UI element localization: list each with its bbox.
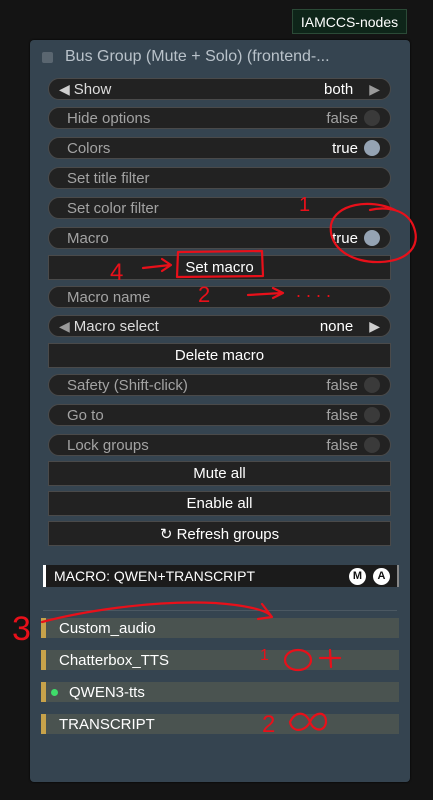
group-name: QWEN3-tts	[69, 683, 145, 701]
macro-name-label: Macro name	[67, 288, 151, 306]
enable-all-label: Enable all	[186, 495, 253, 512]
macro-label: Macro	[67, 229, 109, 247]
group-row[interactable]: TRANSCRIPT	[41, 714, 399, 734]
macro-bar[interactable]: MACRO: QWEN+TRANSCRIPT M A	[43, 565, 399, 587]
delete-macro-button[interactable]: Delete macro	[48, 343, 391, 368]
macro-a-button[interactable]: A	[373, 567, 390, 585]
node-title: Bus Group (Mute + Solo) (frontend-...	[65, 48, 330, 65]
colors-toggle[interactable]: Colors true	[48, 137, 391, 159]
collapse-dot-icon[interactable]	[42, 51, 53, 63]
macro-select-combo[interactable]: ◀ Macro select none ▶	[48, 315, 391, 337]
set-title-filter-label: Set title filter	[67, 169, 150, 187]
hide-options-label: Hide options	[67, 109, 151, 127]
right-arrow-icon[interactable]: ▶	[369, 81, 380, 98]
refresh-groups-button[interactable]: ↻ Refresh groups	[48, 521, 391, 546]
group-name: Custom_audio	[59, 619, 156, 637]
mute-all-button[interactable]: Mute all	[48, 461, 391, 486]
node-titlebar[interactable]: Bus Group (Mute + Solo) (frontend-...	[30, 40, 410, 74]
toggle-knob-icon	[364, 407, 380, 423]
go-to-value: false	[326, 406, 358, 424]
show-combo[interactable]: ◀ Show both ▶	[48, 78, 391, 100]
macro-name-field[interactable]: Macro name	[48, 286, 391, 308]
divider	[43, 610, 397, 611]
hide-options-value: false	[326, 109, 358, 127]
enable-all-button[interactable]: Enable all	[48, 491, 391, 516]
bus-group-node[interactable]: Bus Group (Mute + Solo) (frontend-... ◀ …	[30, 40, 410, 782]
group-row[interactable]: Custom_audio	[41, 618, 399, 638]
macro-value: true	[332, 229, 358, 247]
right-arrow-icon[interactable]: ▶	[369, 318, 380, 335]
show-value: both	[324, 80, 354, 98]
set-macro-label: Set macro	[185, 259, 254, 276]
active-dot-icon	[51, 688, 58, 696]
macro-bar-label: MACRO: QWEN+TRANSCRIPT	[54, 568, 256, 584]
node-pack-badge: IAMCCS-nodes	[292, 9, 407, 34]
macro-toggle[interactable]: Macro true	[48, 227, 391, 249]
go-to-toggle[interactable]: Go to false	[48, 404, 391, 426]
set-color-filter-field[interactable]: Set color filter	[48, 197, 391, 219]
safety-toggle[interactable]: Safety (Shift-click) false	[48, 374, 391, 396]
macro-select-value: none	[319, 317, 354, 335]
group-row[interactable]: QWEN3-tts	[41, 682, 399, 702]
hide-options-toggle[interactable]: Hide options false	[48, 107, 391, 129]
safety-label: Safety (Shift-click)	[67, 376, 188, 394]
macro-select-label: Macro select	[73, 317, 159, 335]
lock-groups-label: Lock groups	[67, 436, 149, 454]
set-color-filter-label: Set color filter	[67, 199, 159, 217]
toggle-knob-icon	[364, 140, 380, 156]
toggle-knob-icon	[364, 377, 380, 393]
colors-label: Colors	[67, 139, 111, 157]
go-to-label: Go to	[67, 406, 104, 424]
toggle-knob-icon	[364, 230, 380, 246]
refresh-groups-label: ↻ Refresh groups	[159, 525, 280, 543]
set-macro-button[interactable]: Set macro	[48, 255, 391, 280]
group-row[interactable]: Chatterbox_TTS	[41, 650, 399, 670]
safety-value: false	[326, 376, 358, 394]
mute-all-label: Mute all	[193, 465, 246, 482]
lock-groups-toggle[interactable]: Lock groups false	[48, 434, 391, 456]
toggle-knob-icon	[364, 437, 380, 453]
lock-groups-value: false	[326, 436, 358, 454]
set-title-filter-field[interactable]: Set title filter	[48, 167, 391, 189]
macro-m-button[interactable]: M	[349, 567, 366, 585]
annotation-number: 3	[12, 610, 31, 648]
delete-macro-label: Delete macro	[174, 347, 265, 364]
group-name: Chatterbox_TTS	[59, 651, 170, 669]
left-arrow-icon[interactable]: ◀	[59, 318, 70, 335]
left-arrow-icon[interactable]: ◀	[59, 81, 70, 98]
toggle-knob-icon	[364, 110, 380, 126]
colors-value: true	[332, 139, 358, 157]
show-label: Show	[73, 80, 112, 98]
group-name: TRANSCRIPT	[59, 715, 155, 733]
